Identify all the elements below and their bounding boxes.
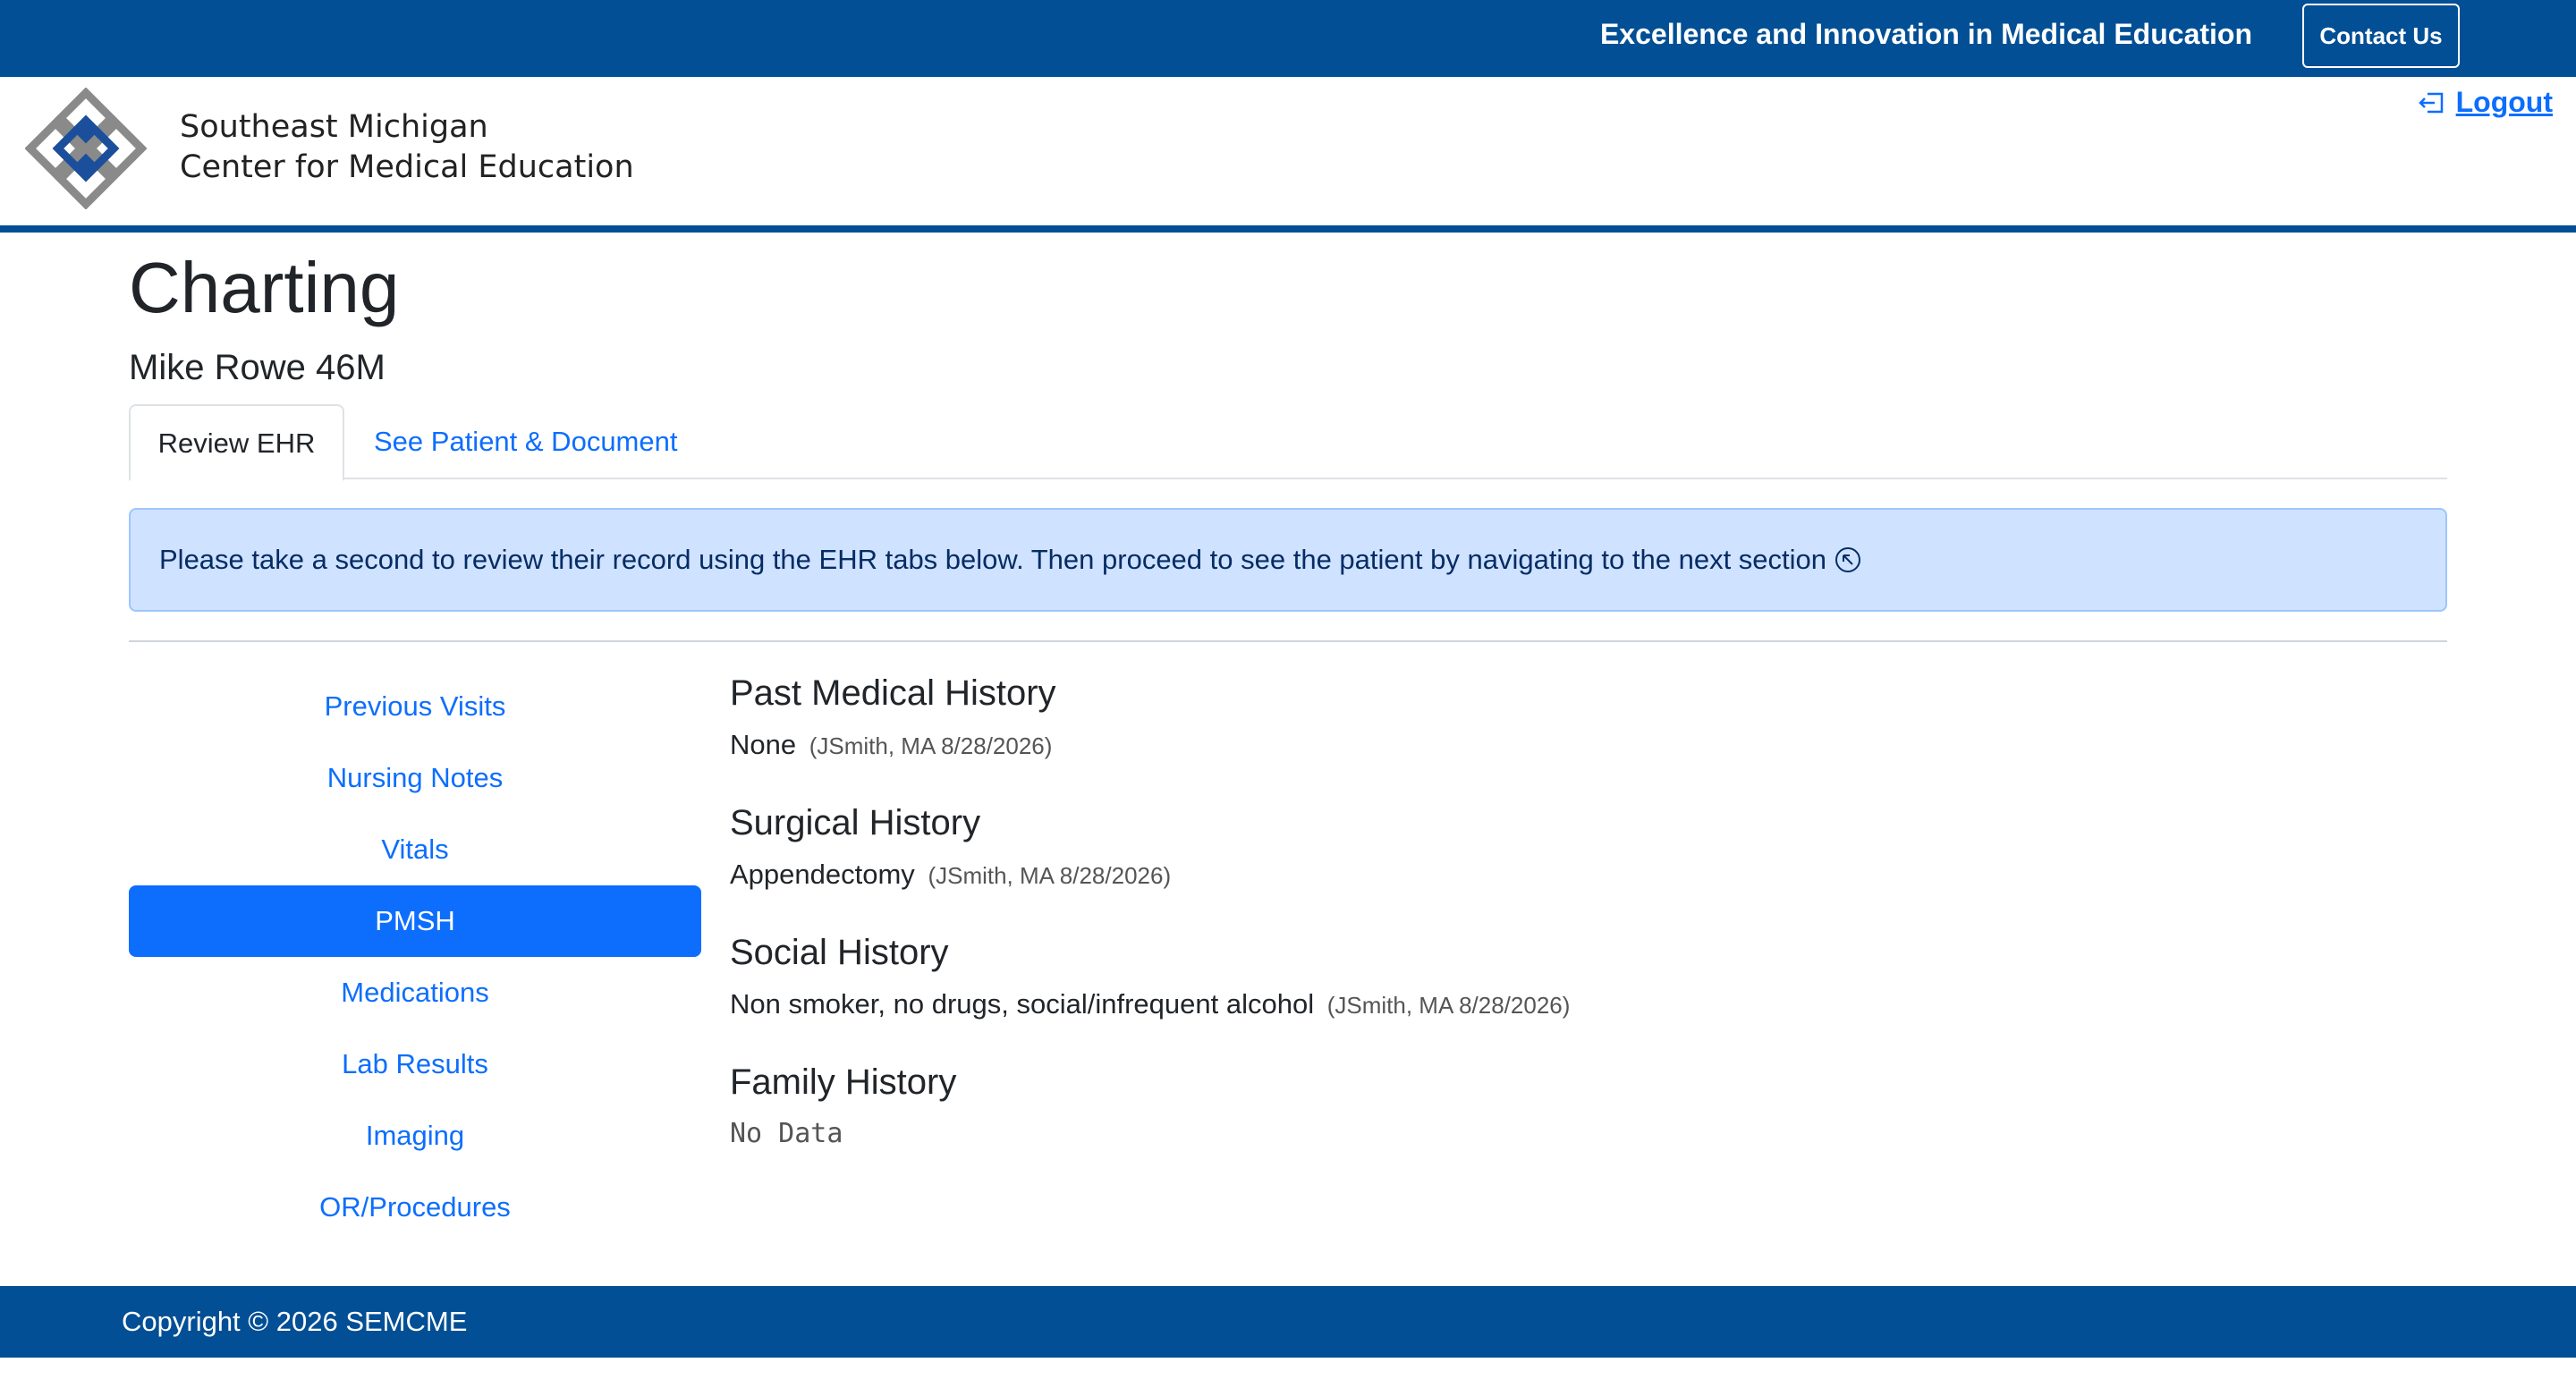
surgical-history-meta: (JSmith, MA 8/28/2026) [928,862,1172,889]
organization-name-line1: Southeast Michigan [180,109,488,145]
organization-name-line2: Center for Medical Education [180,149,634,185]
nav-imaging[interactable]: Imaging [129,1100,701,1172]
past-medical-history-value: None [730,729,797,760]
tab-see-patient-document[interactable]: See Patient & Document [344,404,707,479]
pmsh-content: Past Medical History None (JSmith, MA 8/… [730,664,2429,1156]
semcme-logo-icon[interactable] [25,88,147,209]
surgical-history-title: Surgical History [730,803,981,842]
past-medical-history-title: Past Medical History [730,673,1056,713]
logout-icon [2418,92,2443,113]
nav-vitals[interactable]: Vitals [129,814,701,885]
nav-nursing-notes[interactable]: Nursing Notes [129,742,701,814]
nav-or-procedures[interactable]: OR/Procedures [129,1172,701,1243]
nav-pmsh[interactable]: PMSH [129,885,701,957]
logout-label: Logout [2455,86,2553,118]
nav-lab-results[interactable]: Lab Results [129,1028,701,1100]
organization-name: Southeast Michigan Center for Medical Ed… [180,107,634,188]
site-footer: Copyright © 2026 SEMCME [0,1286,2576,1358]
copyright-text: Copyright © 2026 SEMCME [122,1306,468,1337]
top-bar: Excellence and Innovation in Medical Edu… [0,0,2576,77]
info-alert: Please take a second to review their rec… [129,508,2447,612]
past-medical-history-meta: (JSmith, MA 8/28/2026) [809,732,1053,759]
surgical-history-value: Appendectomy [730,859,915,890]
social-history-entry: Non smoker, no drugs, social/infrequent … [730,982,2429,1028]
surgical-history-entry: Appendectomy (JSmith, MA 8/28/2026) [730,852,2429,898]
tagline: Excellence and Innovation in Medical Edu… [1599,18,2252,50]
past-medical-history-entry: None (JSmith, MA 8/28/2026) [730,723,2429,768]
social-history-meta: (JSmith, MA 8/28/2026) [1326,992,1571,1019]
nav-medications[interactable]: Medications [129,957,701,1028]
social-history-value: Non smoker, no drugs, social/infrequent … [730,988,1315,1020]
family-history-value: No Data [730,1118,843,1149]
section-divider [129,640,2447,642]
charting-tabs: Review EHR See Patient & Document [129,404,2447,481]
logout-link[interactable]: Logout [2417,86,2553,119]
alert-text: Please take a second to review their rec… [159,544,1827,575]
tab-review-ehr[interactable]: Review EHR [129,404,344,481]
arrow-up-left-circle-icon [1835,547,1861,572]
ehr-side-nav: Previous Visits Nursing Notes Vitals PMS… [129,671,701,1243]
contact-us-button[interactable]: Contact Us [2302,4,2460,68]
social-history-title: Social History [730,933,949,972]
site-header: Southeast Michigan Center for Medical Ed… [0,77,2576,233]
patient-name: Mike Rowe 46M [129,348,386,387]
family-history-title: Family History [730,1062,957,1102]
page-title: Charting [129,248,400,327]
nav-previous-visits[interactable]: Previous Visits [129,671,701,742]
